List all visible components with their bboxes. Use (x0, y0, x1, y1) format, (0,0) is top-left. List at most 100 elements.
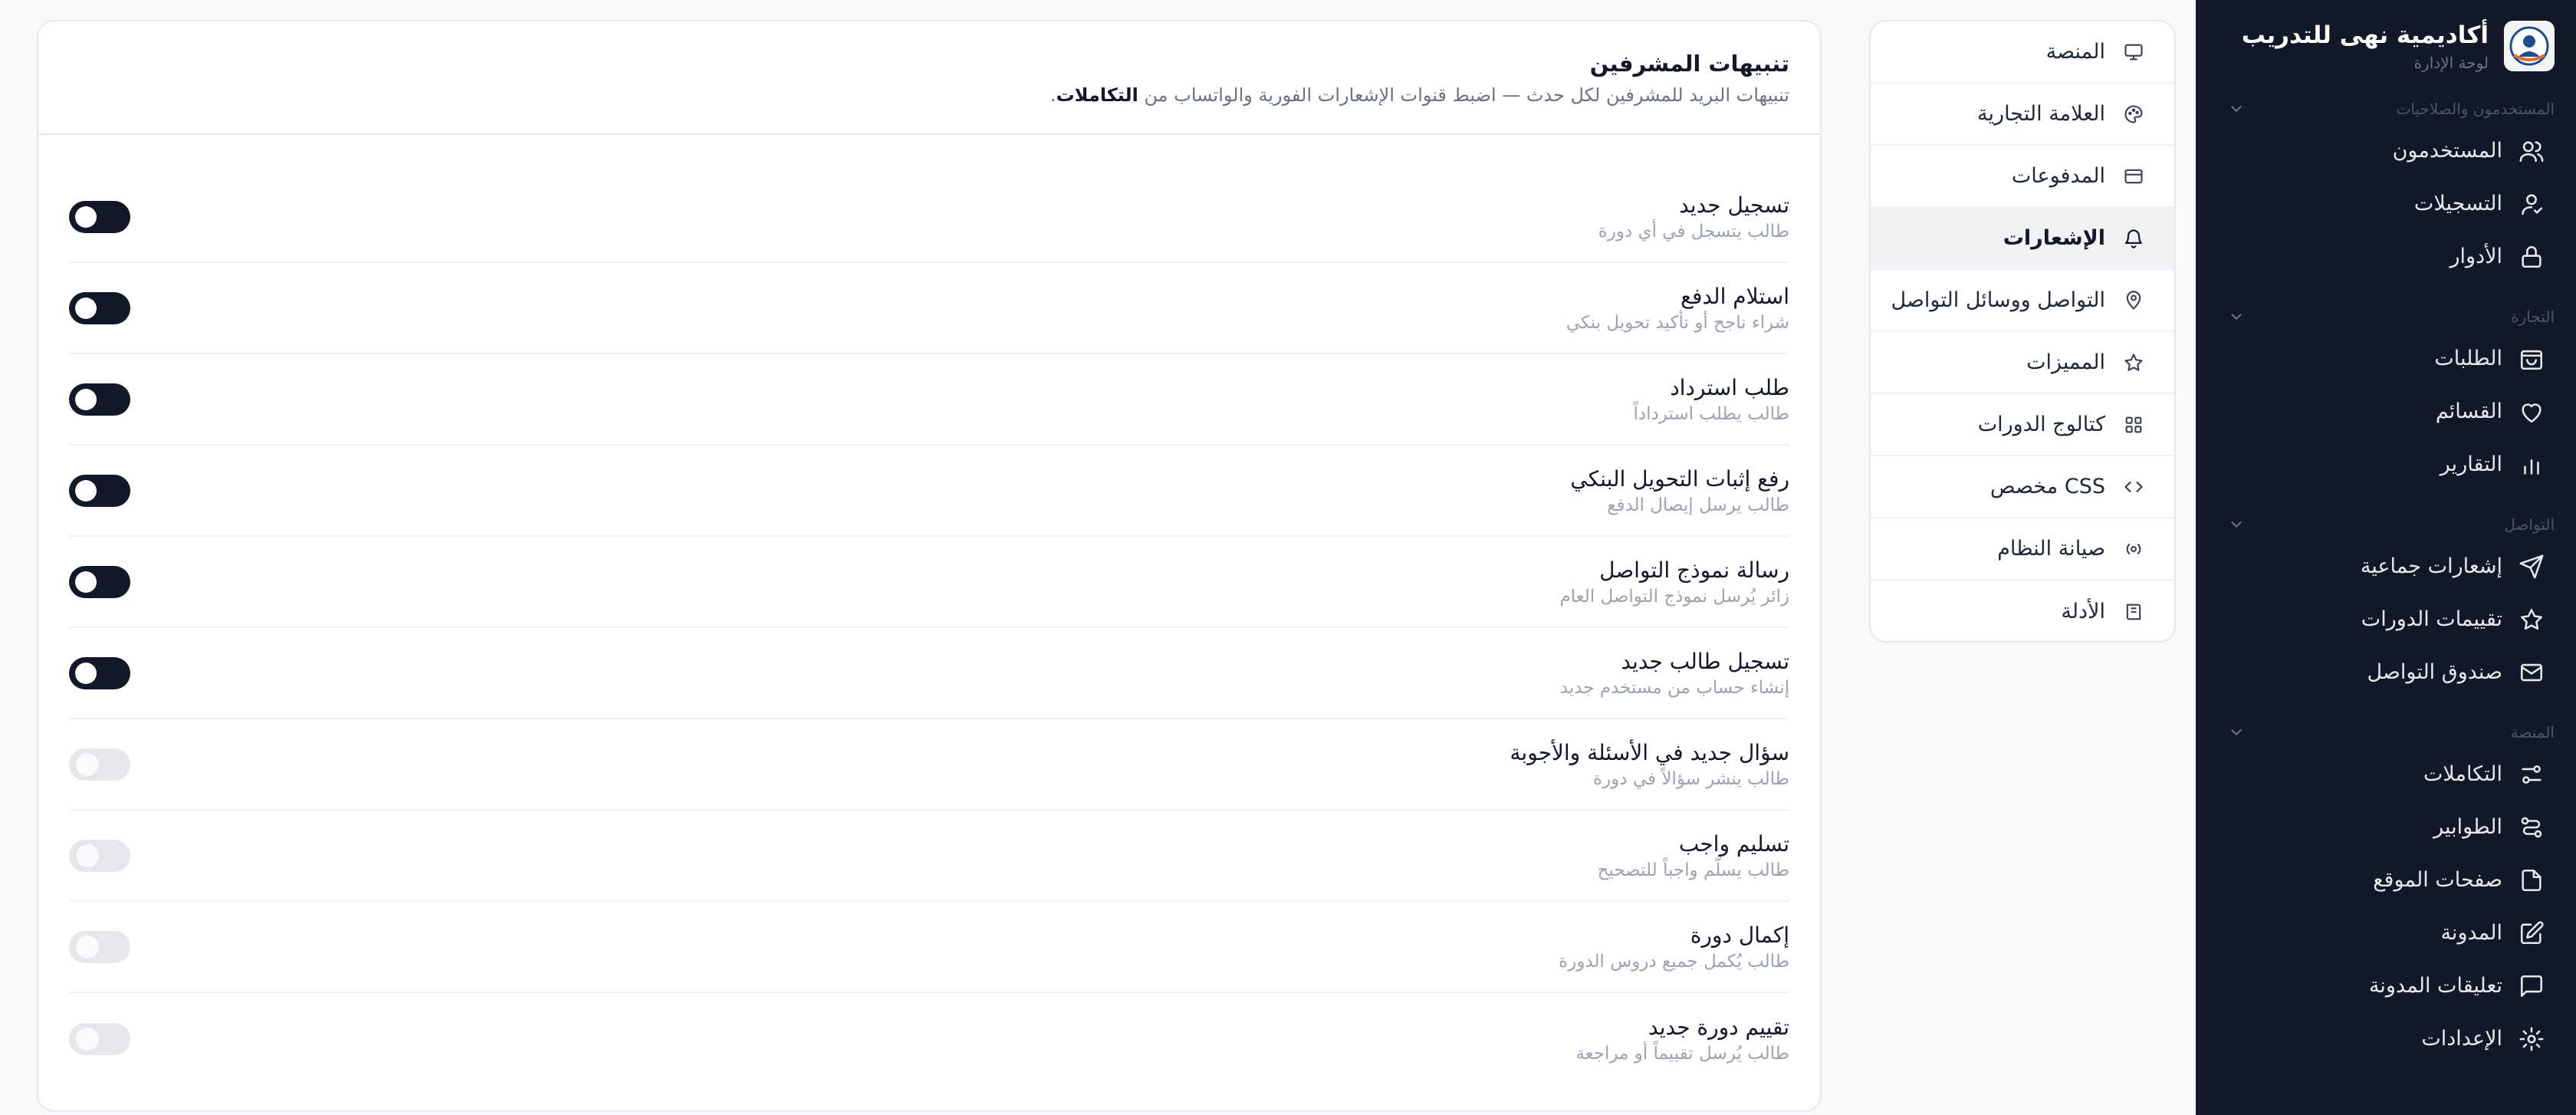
alert-row-new-enrollment: تسجيل جديد طالب يتسجل في أي دورة (69, 172, 1789, 263)
settings-tab-label: التواصل ووسائل التواصل (1891, 288, 2105, 312)
maintenance-icon (2121, 536, 2147, 562)
alert-row-course-completion: إكمال دورة طالب يُكمل جميع دروس الدورة (69, 902, 1789, 993)
alert-toggle[interactable] (69, 474, 130, 507)
alert-toggle[interactable] (69, 291, 130, 324)
alert-title: تسجيل طالب جديد (1621, 648, 1789, 674)
settings-tab-label: المنصة (2045, 40, 2105, 64)
sidebar-item-roles[interactable]: الأدوار (2196, 230, 2576, 283)
chevron-down-icon (2226, 515, 2246, 534)
integrations-link[interactable]: التكاملات (1056, 84, 1138, 106)
description-end: . (1050, 84, 1056, 106)
alert-row-contact-form: رسالة نموذج التواصل زائر يُرسل نموذج التو… (69, 537, 1789, 628)
brand[interactable]: أكاديمية نهى للتدريب لوحة الإدارة (2242, 18, 2555, 74)
alert-toggle[interactable] (69, 748, 130, 781)
alert-title: تقييم دورة جديد (1648, 1014, 1789, 1040)
alert-toggle[interactable] (69, 930, 130, 963)
bar-chart-icon (2516, 449, 2547, 480)
settings-icon (2516, 1024, 2547, 1054)
toggle-knob (75, 206, 97, 228)
alert-title: تسليم واجب (1678, 830, 1789, 857)
star-icon (2516, 604, 2547, 635)
brand-logo (2504, 21, 2555, 71)
sidebar-item-label: التسجيلات (2413, 192, 2502, 215)
toggle-knob (75, 479, 97, 502)
alert-toggle[interactable] (69, 565, 130, 598)
chevron-down-icon (2226, 307, 2246, 327)
section-header[interactable]: المستخدمون والصلاحيات (2196, 94, 2576, 124)
sidebar-item-users[interactable]: المستخدمون (2196, 124, 2576, 177)
section-header[interactable]: التواصل (2196, 509, 2576, 540)
sidebar-item-integrations[interactable]: التكاملات (2196, 748, 2576, 801)
section-title: المنصة (2510, 723, 2555, 742)
user-check-icon (2516, 189, 2547, 219)
toggle-knob (76, 844, 99, 867)
map-pin-icon (2121, 288, 2147, 314)
heart-icon (2516, 396, 2547, 427)
comment-icon (2516, 971, 2547, 1002)
settings-tab-branding[interactable]: العلامة التجارية (1871, 84, 2174, 146)
alert-toggle[interactable] (69, 200, 130, 233)
sidebar-item-label: القسائم (2435, 400, 2502, 423)
panel-header: تنبيهات المشرفين تنبيهات البريد للمشرفين… (38, 21, 1820, 135)
sidebar-item-label: المستخدمون (2392, 139, 2502, 163)
mail-icon (2516, 657, 2547, 688)
monitor-icon (2121, 39, 2147, 65)
app-root: أكاديمية نهى للتدريب لوحة الإدارة المستخ… (0, 0, 2576, 1115)
settings-tab-label: المميزات (2026, 350, 2105, 374)
settings-tab-course-catalog[interactable]: كتالوج الدورات (1871, 394, 2174, 456)
nav-section-commerce: التجارة الطلبات القسائم التقارير (2196, 301, 2576, 491)
alerts-list: تسجيل جديد طالب يتسجل في أي دورة استلام ا… (38, 135, 1820, 1084)
code-icon (2121, 474, 2147, 500)
sidebar-item-broadcasts[interactable]: إشعارات جماعية (2196, 540, 2576, 593)
settings-tab-contact-social[interactable]: التواصل ووسائل التواصل (1871, 270, 2174, 332)
sidebar-item-reports[interactable]: التقارير (2196, 438, 2576, 491)
credit-card-icon (2121, 163, 2147, 189)
alert-title: سؤال جديد في الأسئلة والأجوبة (1510, 739, 1789, 765)
sidebar-item-blog[interactable]: المدونة (2196, 906, 2576, 959)
alert-row-assignment: تسليم واجب طالب يسلّم واجباً للتصحيح (69, 811, 1789, 902)
sidebar-item-coupons[interactable]: القسائم (2196, 385, 2576, 438)
sidebar-item-orders[interactable]: الطلبات (2196, 332, 2576, 385)
sidebar-item-queues[interactable]: الطوابير (2196, 801, 2576, 854)
toggle-knob (76, 752, 99, 776)
sidebar-item-settings[interactable]: الإعدادات (2196, 1012, 2576, 1065)
page-description: تنبيهات البريد للمشرفين لكل حدث — اضبط ق… (69, 80, 1789, 110)
sidebar-item-label: الطلبات (2434, 347, 2502, 370)
alert-description: إنشاء حساب من مستخدم جديد (1559, 677, 1789, 698)
alert-toggle[interactable] (69, 839, 130, 872)
sidebar-item-label: التكاملات (2423, 762, 2502, 786)
settings-tab-platform[interactable]: المنصة (1871, 21, 2174, 84)
section-header[interactable]: المنصة (2196, 717, 2576, 748)
settings-tab-guides[interactable]: الأدلة (1871, 581, 2174, 641)
alert-toggle[interactable] (69, 383, 130, 416)
alert-description: طالب يطلب استرداداً (1633, 403, 1789, 424)
book-icon (2121, 599, 2147, 625)
sidebar-item-course-reviews[interactable]: تقييمات الدورات (2196, 593, 2576, 646)
alert-row-new-student: تسجيل طالب جديد إنشاء حساب من مستخدم جديد (69, 628, 1789, 719)
sidebar-item-label: التقارير (2440, 452, 2502, 476)
alert-toggle[interactable] (69, 1022, 130, 1055)
settings-tab-custom-css[interactable]: CSS مخصص (1871, 456, 2174, 518)
settings-tab-notifications[interactable]: الإشعارات (1871, 208, 2174, 270)
settings-tab-maintenance[interactable]: صيانة النظام (1871, 518, 2174, 581)
admin-alerts-panel: تنبيهات المشرفين تنبيهات البريد للمشرفين… (37, 20, 1822, 1112)
nav-section-platform: المنصة التكاملات الطوابير صفحات الموقع ا… (2196, 717, 2576, 1065)
alert-row-bank-proof: رفع إثبات التحويل البنكي طالب يرسل إيصال … (69, 446, 1789, 537)
settings-tab-features[interactable]: المميزات (1871, 332, 2174, 394)
sidebar-item-inbox[interactable]: صندوق التواصل (2196, 646, 2576, 699)
section-header[interactable]: التجارة (2196, 301, 2576, 332)
alert-title: تسجيل جديد (1679, 192, 1789, 218)
edit-icon (2516, 918, 2547, 949)
settings-tab-payments[interactable]: المدفوعات (1871, 146, 2174, 208)
nav-section-users: المستخدمون والصلاحيات المستخدمون التسجيل… (2196, 94, 2576, 283)
sidebar-item-enrollments[interactable]: التسجيلات (2196, 177, 2576, 230)
sidebar-item-site-pages[interactable]: صفحات الموقع (2196, 854, 2576, 906)
section-title: التجارة (2511, 308, 2555, 326)
settings-tab-label: كتالوج الدورات (1977, 413, 2105, 436)
alert-toggle[interactable] (69, 656, 130, 689)
alert-description: طالب يرسل إيصال الدفع (1607, 495, 1789, 515)
settings-submenu: المنصة العلامة التجارية المدفوعات الإشعا… (1869, 20, 2176, 643)
alert-row-refund-request: طلب استرداد طالب يطلب استرداداً (69, 354, 1789, 446)
sidebar-item-label: الأدوار (2450, 245, 2502, 268)
sidebar-item-blog-comments[interactable]: تعليقات المدونة (2196, 959, 2576, 1012)
